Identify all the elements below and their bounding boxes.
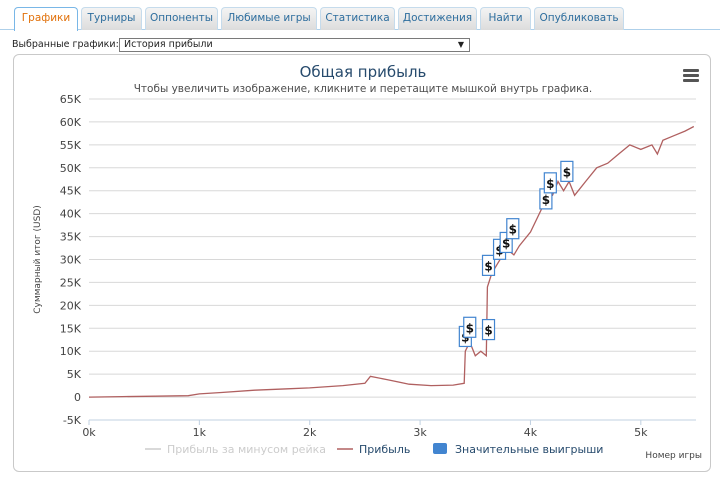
tab-opponents[interactable]: Оппоненты: [145, 7, 218, 30]
dollar-icon: $: [563, 165, 571, 179]
legend-marker-wins: [433, 443, 447, 454]
tab-bar: Графики Турниры Оппоненты Любимые игры С…: [0, 0, 720, 31]
x-axis-label: Номер игры: [645, 451, 702, 461]
y-tick-label: 25K: [60, 276, 82, 289]
x-tick-label: 3k: [413, 426, 427, 439]
y-axis-label: Суммарный итог (USD): [33, 205, 43, 314]
y-tick-label: 15K: [60, 322, 82, 335]
tab-find[interactable]: Найти: [480, 7, 531, 30]
y-tick-label: 5K: [67, 368, 82, 381]
tab-statistics[interactable]: Статистика: [320, 7, 395, 30]
dollar-icon: $: [484, 259, 492, 273]
legend-item-label: Значительные выигрыши: [455, 443, 603, 456]
y-tick-label: 60K: [60, 116, 82, 129]
dollar-icon: $: [484, 324, 492, 338]
y-tick-label: -5K: [63, 414, 82, 427]
chart-select[interactable]: История прибыли ▼: [119, 38, 470, 52]
tab-publish[interactable]: Опубликовать: [534, 7, 624, 30]
dollar-icon: $: [466, 321, 474, 335]
dollar-icon: $: [509, 223, 517, 237]
chart-panel: Общая прибыль Чтобы увеличить изображени…: [13, 54, 711, 472]
x-tick-label: 0k: [82, 426, 96, 439]
dollar-icon: $: [542, 193, 550, 207]
x-tick-label: 2k: [303, 426, 317, 439]
y-tick-label: 65K: [60, 93, 82, 106]
y-tick-label: 50K: [60, 162, 82, 175]
profit-chart[interactable]: -5K 0 5K 10K 15K 20K 25K 30K 35K 40K 45K 50K 55K 60K 6…: [14, 55, 712, 473]
y-tick-label: 55K: [60, 139, 82, 152]
y-tick-label: 0: [74, 391, 81, 404]
y-tick-label: 40K: [60, 208, 82, 221]
y-tick-label: 10K: [60, 345, 82, 358]
x-tick-label: 5k: [634, 426, 648, 439]
profit-series-line: [88, 125, 695, 398]
y-tick-label: 45K: [60, 185, 82, 198]
legend-item-label: Прибыль: [359, 443, 410, 456]
tab-favorite-games[interactable]: Любимые игры: [221, 7, 317, 30]
dollar-icon: $: [546, 177, 554, 191]
x-tick-label: 1k: [193, 426, 207, 439]
y-tick-label: 30K: [60, 254, 82, 267]
chart-select-value: История прибыли: [124, 39, 213, 50]
y-tick-label: 35K: [60, 231, 82, 244]
x-tick-label: 4k: [524, 426, 538, 439]
tab-tournaments[interactable]: Турниры: [81, 7, 142, 30]
tab-charts[interactable]: Графики: [14, 7, 78, 31]
y-tick-label: 20K: [60, 299, 82, 312]
tab-achievements[interactable]: Достижения: [398, 7, 477, 30]
dropdown-arrow-icon: ▼: [457, 40, 464, 49]
chart-selector-label: Выбранные графики:: [12, 39, 119, 50]
legend-item-label: Прибыль за минусом рейка: [167, 443, 326, 456]
